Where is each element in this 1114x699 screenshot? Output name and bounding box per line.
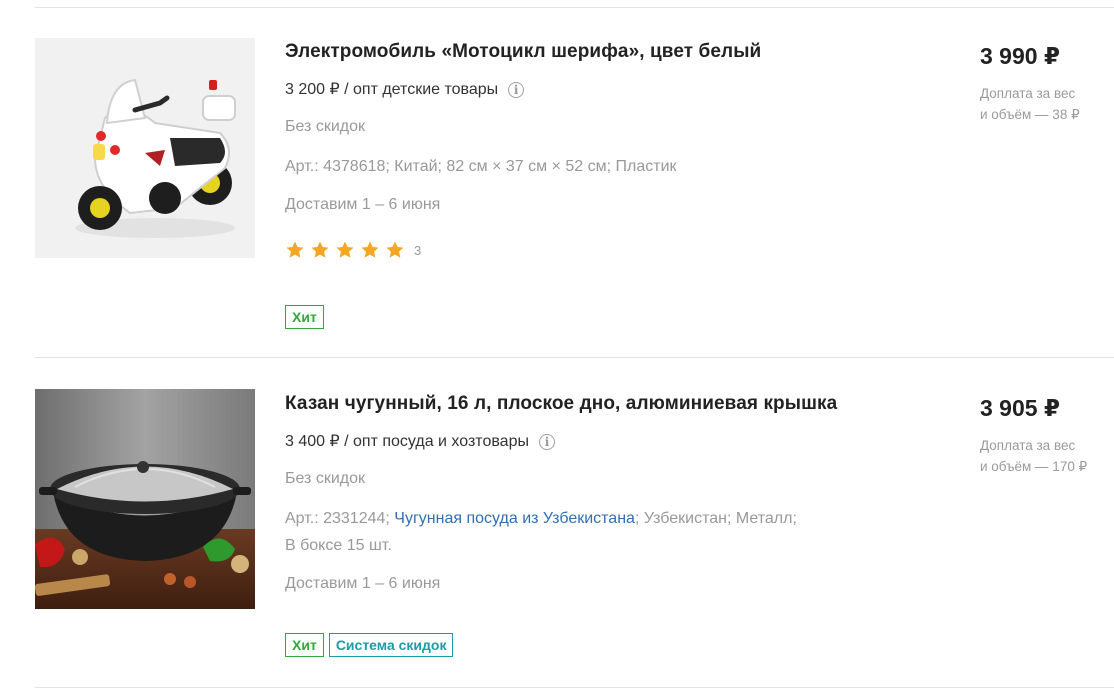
price-block: 3 990 ₽ Доплата за вес и объём — 38 ₽ (980, 41, 1114, 125)
product-title[interactable]: Электромобиль «Мотоцикл шерифа», цвет бе… (285, 39, 905, 65)
product-info: Электромобиль «Мотоцикл шерифа», цвет бе… (285, 39, 905, 260)
discount-system-badge[interactable]: Система скидок (328, 633, 454, 657)
rating-count: 3 (414, 242, 422, 258)
specs-prefix: Арт.: 2331244; (285, 510, 395, 527)
badges: Хит (285, 305, 324, 329)
price-block: 3 905 ₽ Доплата за вес и объём — 170 ₽ (980, 393, 1114, 477)
wholesale-price-text: 3 200 ₽ / опт детские товары (285, 81, 499, 98)
surcharge-note: Доплата за вес и объём — 38 ₽ (980, 86, 1080, 122)
bottom-divider (35, 687, 1114, 688)
product-divider (35, 357, 1114, 358)
category-link[interactable]: Чугунная посуда из Узбекистана (394, 510, 635, 527)
specs-suffix: ; Узбекистан; Металл; (634, 510, 797, 527)
product-info: Казан чугунный, 16 л, плоское дно, алюми… (285, 391, 905, 595)
rating[interactable]: 3 (285, 240, 905, 260)
top-divider (35, 7, 1114, 8)
info-icon[interactable]: i (538, 434, 555, 450)
product-image[interactable] (35, 389, 255, 609)
wholesale-price: 3 200 ₽ / опт детские товары i (285, 79, 905, 101)
surcharge-note: Доплата за вес и объём — 170 ₽ (980, 438, 1088, 474)
star-icon (336, 241, 354, 258)
star-icon (361, 241, 379, 258)
product-price: 3 905 ₽ (980, 395, 1060, 421)
discount-status: Без скидок (285, 118, 365, 135)
motorcycle-image-icon (35, 38, 255, 258)
kazan-image-icon (35, 389, 255, 609)
product-specs: Арт.: 4378618; Китай; 82 см × 37 см × 52… (285, 158, 677, 175)
badges: Хит Система скидок (285, 633, 454, 657)
product-specs: Арт.: 2331244; Чугунная посуда из Узбеки… (285, 505, 905, 559)
wholesale-price: 3 400 ₽ / опт посуда и хозтовары i (285, 431, 905, 453)
specs-line2: В боксе 15 шт. (285, 537, 392, 554)
star-icon (311, 241, 329, 258)
hit-badge[interactable]: Хит (285, 305, 324, 329)
discount-status: Без скидок (285, 470, 365, 487)
wholesale-price-text: 3 400 ₽ / опт посуда и хозтовары (285, 433, 529, 450)
product-title[interactable]: Казан чугунный, 16 л, плоское дно, алюми… (285, 391, 905, 417)
product-price: 3 990 ₽ (980, 43, 1060, 69)
star-icon (386, 241, 404, 258)
product-image[interactable] (35, 38, 255, 258)
info-icon[interactable]: i (508, 82, 525, 98)
delivery-date: Доставим 1 – 6 июня (285, 196, 441, 213)
hit-badge[interactable]: Хит (285, 633, 324, 657)
star-icon (286, 241, 304, 258)
delivery-date: Доставим 1 – 6 июня (285, 575, 441, 592)
